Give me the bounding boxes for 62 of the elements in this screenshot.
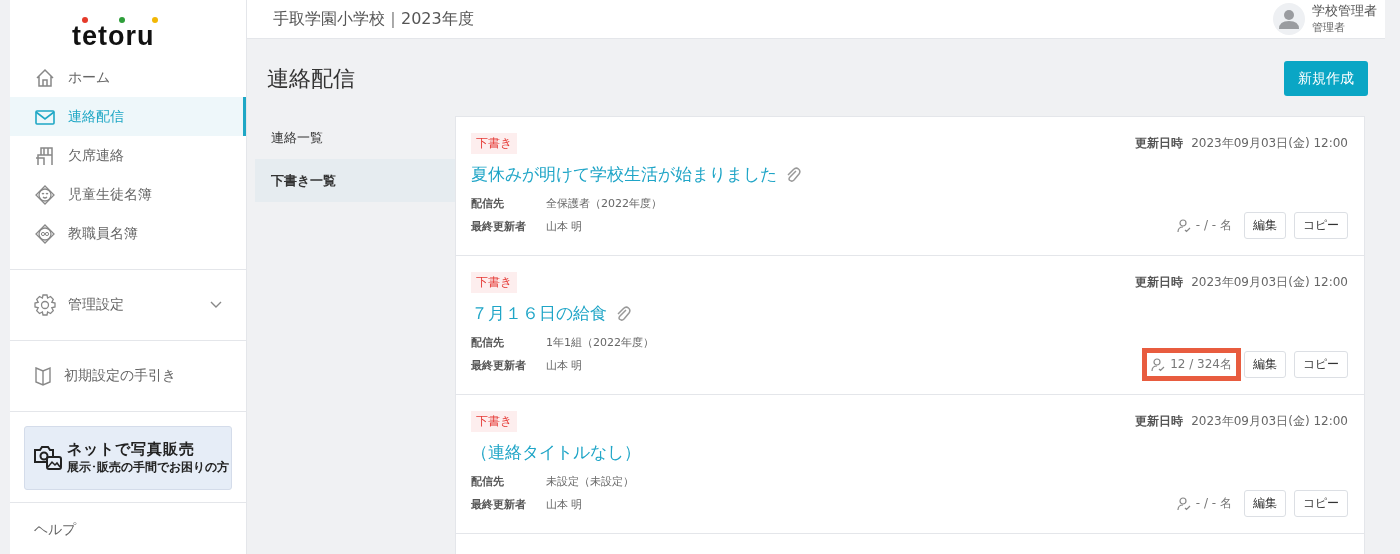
field-value: 1年1組（2022年度） bbox=[546, 335, 654, 351]
field-label: 更新日時 bbox=[1135, 135, 1184, 152]
logo: tetoru bbox=[72, 16, 184, 48]
photo-sale-banner[interactable]: ネットで写真販売 展示･販売の手間でお困りの方 bbox=[24, 426, 232, 490]
status-badge: 下書き bbox=[471, 411, 517, 432]
user-menu[interactable]: 学校管理者 管理者 bbox=[1273, 2, 1377, 36]
page-title: 連絡配信 bbox=[267, 64, 355, 93]
field-value: 全保護者（2022年度） bbox=[546, 196, 662, 212]
sidebar-item[interactable]: ホーム bbox=[10, 58, 246, 97]
subnav-tab[interactable]: 連絡一覧 bbox=[255, 116, 455, 159]
updated-time: 2023年09月03日(金) 12:00 bbox=[1191, 135, 1348, 152]
edit-button[interactable]: 編集 bbox=[1244, 212, 1286, 239]
person-check-icon bbox=[1176, 218, 1191, 233]
user-role: 管理者 bbox=[1312, 20, 1346, 36]
chevron-icon bbox=[210, 301, 222, 309]
book-icon bbox=[34, 366, 52, 386]
field-label: 更新日時 bbox=[1135, 413, 1184, 430]
field-label: 最終更新者 bbox=[471, 497, 527, 513]
status-badge: 下書き bbox=[471, 272, 517, 293]
home-icon bbox=[34, 66, 56, 89]
camera-photo-icon bbox=[33, 444, 63, 472]
field-value: 未設定（未設定） bbox=[546, 474, 634, 490]
sidebar-item[interactable]: 欠席連絡 bbox=[10, 136, 246, 175]
copy-button[interactable]: コピー bbox=[1294, 351, 1348, 378]
gear-icon bbox=[34, 294, 56, 316]
glasses-face-icon bbox=[34, 222, 56, 245]
status-badge: 下書き bbox=[471, 133, 517, 154]
paperclip-icon bbox=[615, 304, 631, 323]
field-label: 配信先 bbox=[471, 196, 505, 212]
sidebar-item[interactable]: 児童生徒名簿 bbox=[10, 175, 246, 214]
user-name: 学校管理者 bbox=[1312, 2, 1377, 19]
field-value: 山本 明 bbox=[546, 358, 583, 374]
guide-link[interactable]: 初期設定の手引き bbox=[10, 341, 246, 411]
banner-title: ネットで写真販売 bbox=[67, 440, 196, 459]
copy-button[interactable]: コピー bbox=[1294, 490, 1348, 517]
help-heading: ヘルプ bbox=[34, 521, 76, 537]
person-check-icon bbox=[1151, 357, 1166, 372]
banner-subtitle: 展示･販売の手間でお困りの方 bbox=[67, 459, 229, 476]
person-check-icon bbox=[1176, 496, 1191, 511]
updated-time: 2023年09月03日(金) 12:00 bbox=[1191, 413, 1348, 430]
face-icon bbox=[34, 183, 56, 206]
settings-menu[interactable]: 管理設定 bbox=[10, 270, 246, 340]
edit-button[interactable]: 編集 bbox=[1244, 351, 1286, 378]
updated-time: 2023年09月03日(金) 12:00 bbox=[1191, 274, 1348, 291]
field-label: 配信先 bbox=[471, 474, 505, 490]
field-value: 山本 明 bbox=[546, 497, 583, 513]
school-year-title: 手取学園小学校｜2023年度 bbox=[273, 8, 475, 30]
field-label: 更新日時 bbox=[1135, 274, 1184, 291]
read-count: - / - 名 bbox=[1172, 214, 1236, 237]
avatar-icon bbox=[1273, 3, 1305, 35]
field-label: 配信先 bbox=[471, 335, 505, 351]
read-count: 12 / 324名 bbox=[1147, 353, 1236, 376]
chair-icon bbox=[34, 144, 56, 167]
sidebar-item[interactable]: 教職員名簿 bbox=[10, 214, 246, 253]
paperclip-icon bbox=[785, 165, 801, 184]
edit-button[interactable]: 編集 bbox=[1244, 490, 1286, 517]
field-value: 山本 明 bbox=[546, 219, 583, 235]
subnav-tab[interactable]: 下書き一覧 bbox=[255, 159, 455, 202]
field-label: 最終更新者 bbox=[471, 358, 527, 374]
field-label: 最終更新者 bbox=[471, 219, 527, 235]
copy-button[interactable]: コピー bbox=[1294, 212, 1348, 239]
read-count: - / - 名 bbox=[1172, 492, 1236, 515]
